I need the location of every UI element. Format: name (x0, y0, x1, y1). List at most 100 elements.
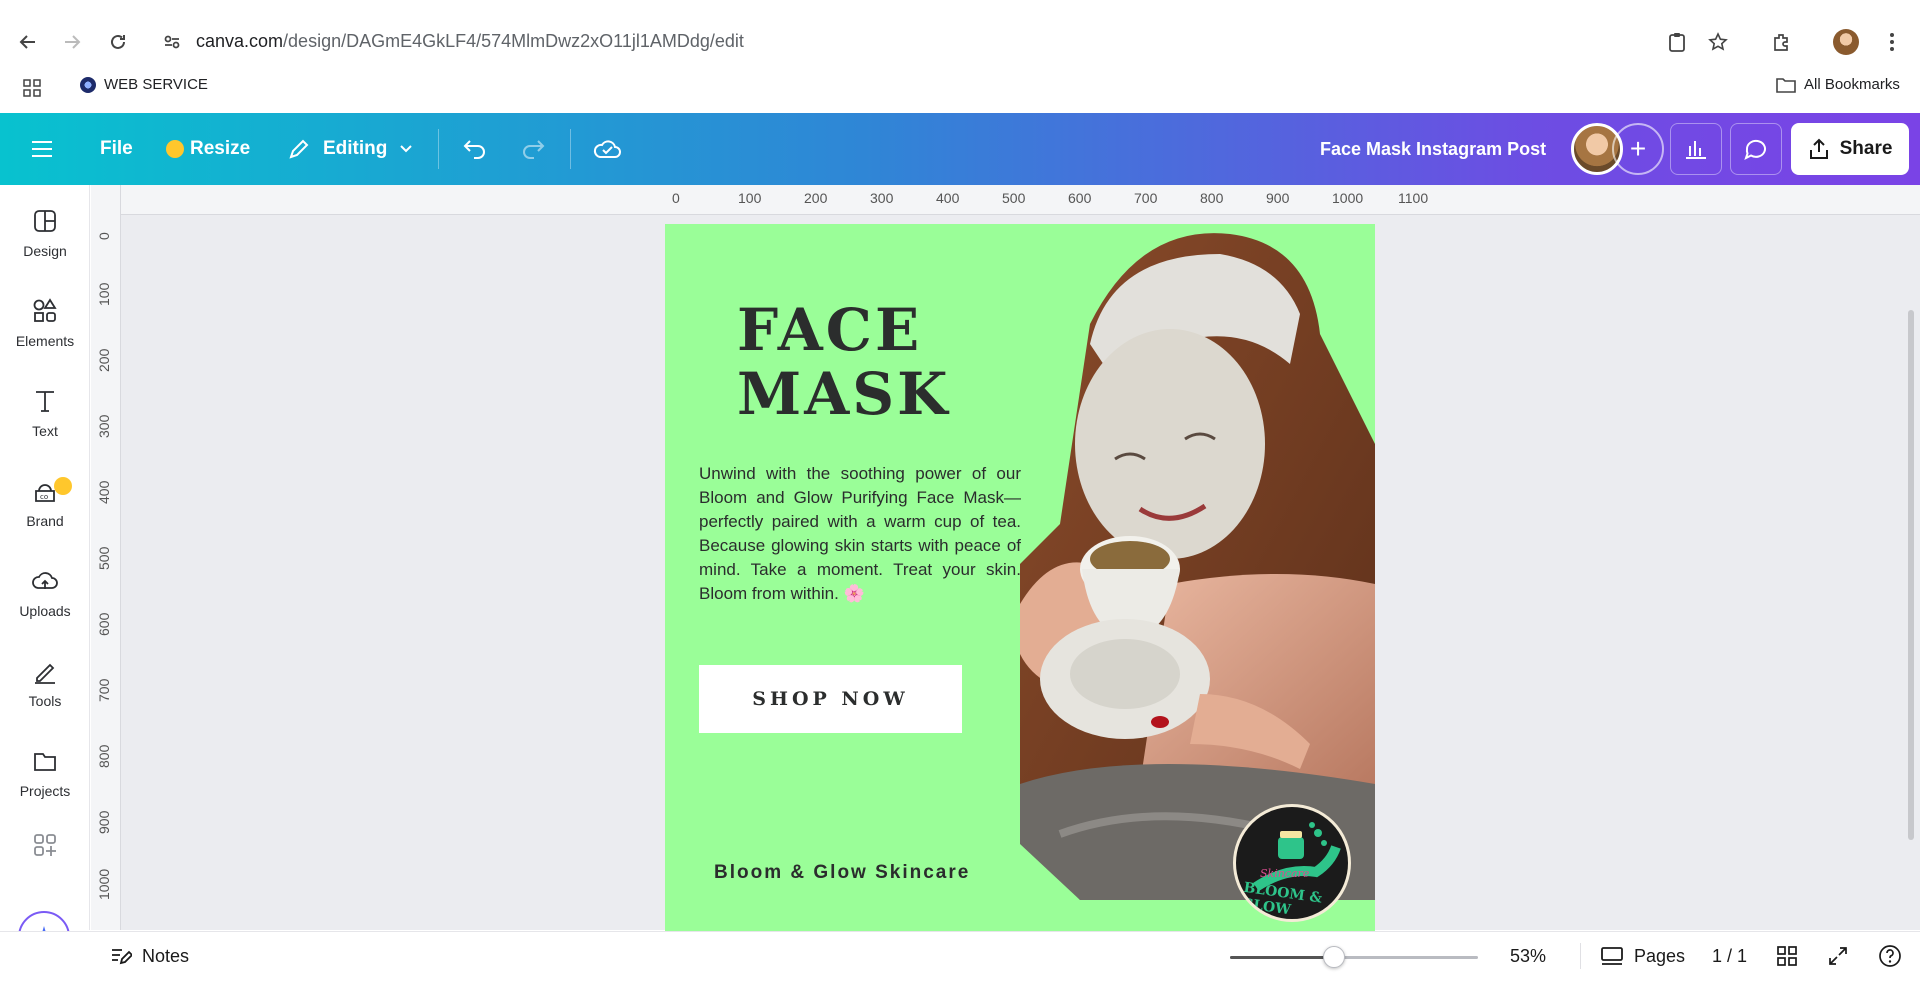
brand-logo[interactable]: Skincare BLOOM & GLOW (1233, 804, 1351, 922)
ruler-tick-label: 400 (96, 480, 112, 504)
editing-label: Editing (323, 138, 388, 159)
sidebar-item-elements[interactable]: Elements (0, 283, 90, 363)
pages-button[interactable]: Pages (1600, 931, 1685, 981)
pages-icon (1601, 947, 1623, 965)
reload-icon[interactable] (104, 28, 132, 56)
undo-icon[interactable] (462, 113, 488, 185)
headline-text[interactable]: FACE MASK (737, 298, 951, 426)
sidebar-label: Elements (15, 333, 75, 349)
sidebar-label: Design (23, 243, 67, 259)
left-sidebar: Design Elements Text co Brand Uploads To… (0, 185, 90, 930)
vertical-scrollbar[interactable] (1908, 310, 1914, 840)
ruler-tick-label: 200 (96, 348, 112, 372)
chevron-down-icon (400, 145, 413, 153)
help-icon[interactable] (1878, 931, 1902, 981)
divider (1580, 943, 1581, 969)
pencil-icon (289, 139, 309, 159)
projects-icon (34, 753, 56, 771)
apps-add-icon (34, 834, 56, 856)
sidebar-item-uploads[interactable]: Uploads (0, 553, 90, 633)
zoom-slider-fill (1230, 956, 1335, 959)
extensions-icon[interactable] (1767, 28, 1795, 56)
elements-icon (33, 298, 57, 322)
redo-icon[interactable] (520, 113, 546, 185)
zoom-percentage[interactable]: 53% (1510, 931, 1546, 981)
folder-icon (1776, 77, 1796, 93)
zoom-slider-handle[interactable] (1323, 946, 1346, 968)
design-page[interactable]: FACE MASK Unwind with the soothing power… (665, 224, 1375, 934)
browser-menu-icon[interactable] (1878, 28, 1906, 56)
share-upload-icon (1809, 138, 1828, 159)
ruler-tick-label: 600 (96, 612, 112, 636)
ruler-tick-label: 500 (96, 546, 112, 570)
page-counter[interactable]: 1 / 1 (1712, 931, 1747, 981)
apps-grid-icon[interactable] (18, 74, 46, 102)
woman-face-mask-photo[interactable] (1020, 224, 1375, 900)
brand-name-text[interactable]: Bloom & Glow Skincare (714, 862, 970, 884)
ruler-tick-label: 900 (96, 810, 112, 834)
clipboard-icon[interactable] (1663, 28, 1691, 56)
ruler-tick-label: 1000 (96, 868, 112, 900)
share-button[interactable]: Share (1791, 123, 1909, 175)
resize-label: Resize (190, 138, 251, 159)
fullscreen-icon[interactable] (1828, 931, 1848, 981)
ruler-tick-label: 100 (96, 282, 112, 306)
sidebar-item-brand[interactable]: co Brand (0, 463, 90, 543)
main-menu-icon[interactable] (30, 113, 54, 185)
insights-icon[interactable] (1670, 123, 1722, 175)
design-title[interactable]: Face Mask Instagram Post (1320, 113, 1546, 185)
back-icon[interactable] (14, 28, 42, 56)
forward-icon[interactable] (58, 28, 86, 56)
grid-view-icon[interactable] (1777, 931, 1797, 981)
cloud-saved-icon[interactable] (592, 113, 622, 185)
ruler-tick-label: 1000 (1332, 190, 1364, 206)
ruler-tick-label: 0 (672, 190, 680, 206)
ruler-tick-label: 0 (96, 232, 112, 240)
svg-text:co: co (40, 493, 48, 501)
pages-label: Pages (1634, 945, 1686, 966)
resize-button[interactable]: Resize (166, 113, 250, 185)
plus-icon: + (1629, 133, 1647, 164)
sidebar-label: Text (32, 423, 58, 439)
editing-mode-dropdown[interactable]: Editing (287, 113, 413, 185)
sidebar-item-projects[interactable]: Projects (0, 733, 90, 813)
design-icon (34, 210, 56, 232)
ruler-tick-label: 1100 (1398, 190, 1429, 206)
uploads-icon (32, 572, 58, 589)
bookmark-star-icon[interactable] (1704, 28, 1732, 56)
notes-label: Notes (142, 945, 190, 966)
all-bookmarks-label: All Bookmarks (1804, 76, 1900, 93)
sidebar-label: Tools (28, 693, 62, 709)
text-icon (36, 391, 54, 412)
sidebar-label: Projects (19, 783, 71, 799)
all-bookmarks[interactable]: All Bookmarks (1776, 76, 1900, 93)
add-collaborator-button[interactable]: + (1612, 123, 1664, 175)
ruler-tick-label: 300 (870, 190, 894, 206)
share-label: Share (1839, 138, 1893, 159)
headline-line-1: FACE (737, 296, 923, 364)
ruler-tick-label: 700 (96, 678, 112, 702)
logo-script-text: Skincare (1260, 867, 1310, 880)
file-menu[interactable]: File (100, 113, 133, 185)
body-text[interactable]: Unwind with the soothing power of our Bl… (699, 462, 1021, 606)
sidebar-item-apps[interactable] (0, 815, 90, 875)
shop-now-button[interactable]: SHOP NOW (699, 665, 962, 733)
ruler-tick-label: 200 (804, 190, 828, 206)
sidebar-item-tools[interactable]: Tools (0, 643, 90, 723)
url-path: /design/DAGmE4GkLF4/574MlmDwz2xO11jl1AMD… (283, 31, 744, 51)
sidebar-item-text[interactable]: Text (0, 373, 90, 453)
site-settings-icon[interactable] (158, 28, 186, 56)
sidebar-label: Brand (26, 513, 64, 529)
crown-icon (166, 140, 184, 158)
profile-avatar[interactable] (1832, 28, 1860, 56)
bookmark-web-service[interactable]: WEB SERVICE (80, 76, 208, 93)
ruler-tick-label: 100 (738, 190, 762, 206)
address-bar[interactable]: canva.com/design/DAGmE4GkLF4/574MlmDwz2x… (196, 31, 744, 52)
sidebar-item-design[interactable]: Design (0, 193, 90, 273)
notes-button[interactable]: Notes (110, 931, 189, 981)
url-host: canva.com (196, 31, 284, 51)
ruler-tick-label: 800 (96, 744, 112, 768)
comments-icon[interactable] (1730, 123, 1782, 175)
premium-crown-icon (54, 477, 72, 495)
ruler-tick-label: 300 (96, 414, 112, 438)
